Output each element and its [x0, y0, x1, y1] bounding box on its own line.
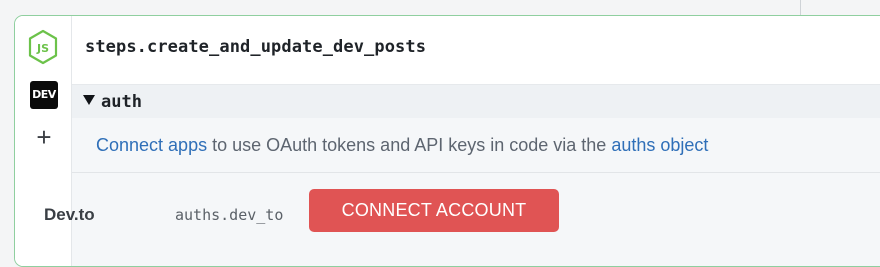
step-title: steps.create_and_update_dev_posts	[85, 37, 427, 57]
connect-account-button[interactable]: CONNECT ACCOUNT	[309, 189, 559, 232]
auth-key: auths.dev_to	[175, 206, 284, 224]
auth-info-row: Connect apps to use OAuth tokens and API…	[72, 118, 880, 173]
auth-info-text: Connect apps to use OAuth tokens and API…	[96, 135, 708, 156]
connect-apps-link[interactable]: Connect apps	[96, 135, 207, 155]
nodejs-icon[interactable]: JS	[27, 29, 59, 65]
dev-icon[interactable]: DEV	[30, 81, 58, 109]
step-card: JS DEV + steps.create_and_update_dev_pos…	[14, 15, 880, 267]
caret-down-icon[interactable]	[83, 95, 95, 105]
auth-info-middle: to use OAuth tokens and API keys in code…	[207, 135, 612, 155]
background-divider	[800, 0, 801, 16]
app-name: Dev.to	[44, 205, 95, 224]
auth-section-label: auth	[101, 92, 142, 112]
step-sidebar: JS DEV +	[15, 16, 72, 266]
svg-text:JS: JS	[36, 42, 49, 55]
auth-section-header[interactable]: auth	[72, 84, 880, 119]
plus-icon[interactable]: +	[31, 124, 57, 150]
auths-object-link[interactable]: auths object	[611, 135, 708, 155]
